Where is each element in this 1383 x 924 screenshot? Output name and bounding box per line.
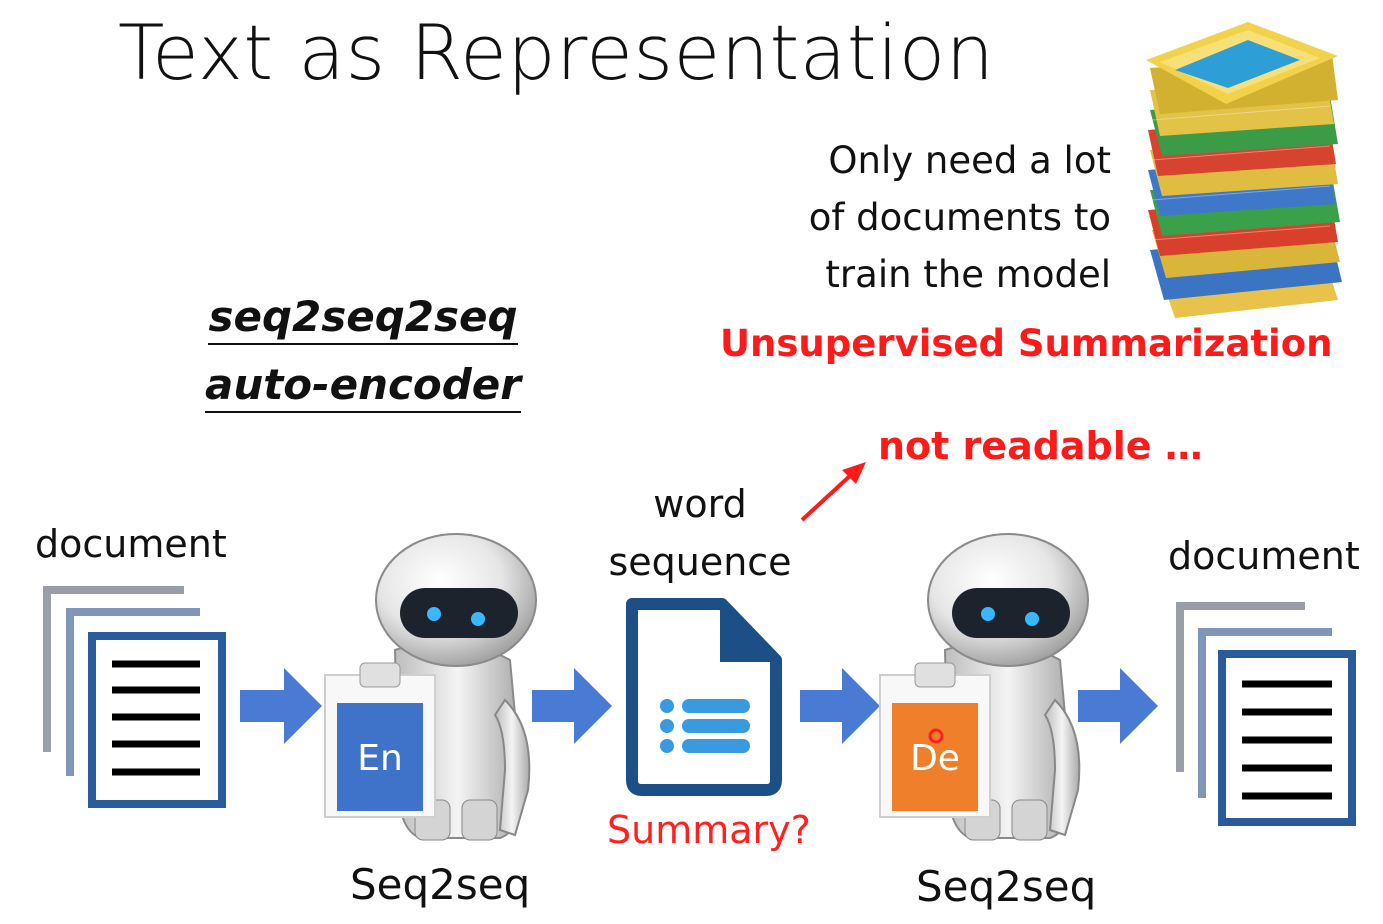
- document-stack-icon-output: [1176, 602, 1356, 826]
- middle-label-line-2: sequence: [608, 540, 792, 584]
- file-list-icon: [626, 598, 782, 796]
- robot-icon-decoder: [879, 533, 1089, 841]
- input-document-label: document: [35, 522, 227, 566]
- decoder-label: Seq2seq: [916, 862, 1097, 911]
- encoder-badge-label: En: [357, 738, 403, 779]
- document-stack-icon-input: [43, 586, 226, 808]
- robot-icon-encoder: [324, 533, 537, 841]
- annotation-text: not readable …: [878, 424, 1203, 468]
- output-document-label: document: [1168, 534, 1360, 578]
- annotation-arrow-icon: [800, 462, 866, 522]
- encoder-label: Seq2seq: [350, 860, 531, 909]
- summary-question-label: Summary?: [607, 808, 811, 852]
- paper-stack-icon: [1146, 22, 1342, 318]
- middle-label-line-1: word: [653, 482, 747, 526]
- decoder-badge-label: De: [910, 738, 960, 779]
